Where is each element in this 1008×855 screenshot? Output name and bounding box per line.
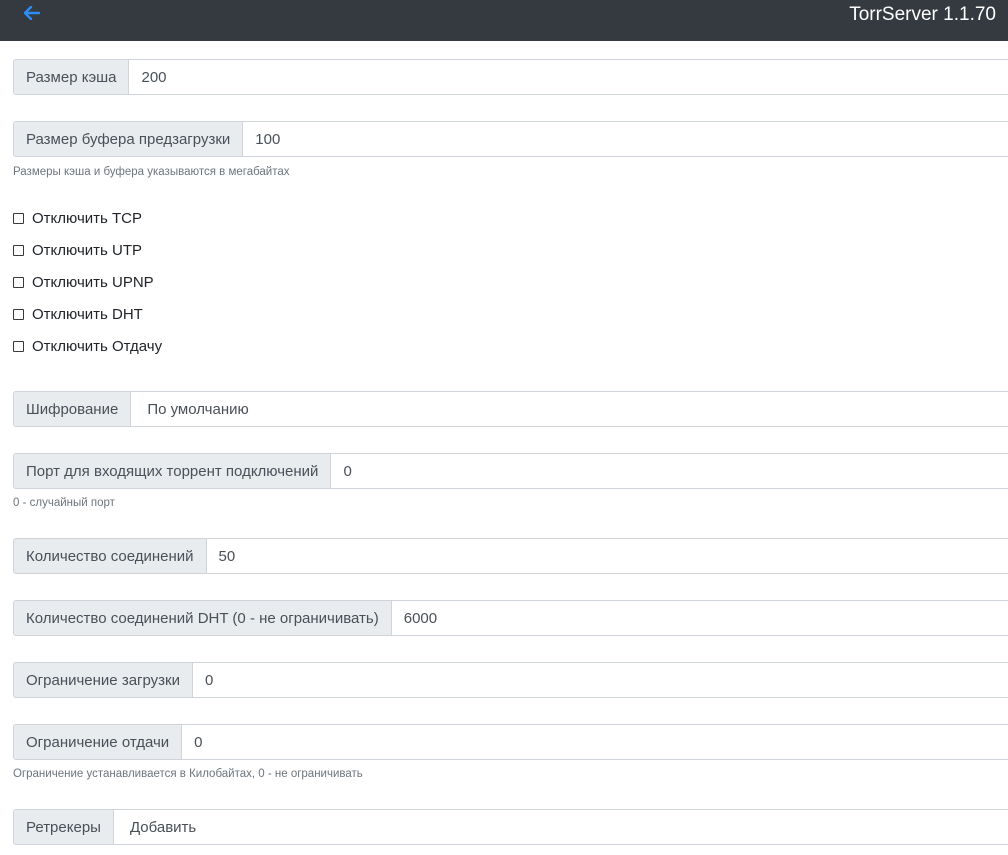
preload-buffer-input[interactable]: 100 [243, 121, 1008, 157]
encryption-label: Шифрование [13, 391, 132, 427]
size-hint: Размеры кэша и буфера указываются в мега… [13, 166, 290, 178]
back-button[interactable] [20, 3, 44, 23]
disable-utp-checkbox[interactable]: Отключить UTP [13, 240, 142, 260]
encryption-select[interactable]: По умолчанию [131, 391, 1008, 427]
connections-input[interactable]: 50 [206, 538, 1008, 574]
disable-tcp-checkbox[interactable]: Отключить TCP [13, 208, 142, 228]
limit-hint: Ограничение устанавливается в Килобайтах… [13, 768, 363, 780]
upload-limit-input[interactable]: 0 [182, 724, 1008, 760]
cache-size-label: Размер кэша [13, 59, 130, 95]
checkbox-box[interactable] [13, 212, 24, 224]
download-limit-label: Ограничение загрузки [13, 662, 193, 698]
arrow-left-icon [24, 6, 40, 20]
checkbox-box[interactable] [13, 244, 24, 256]
dht-connections-group: Количество соединений DHT (0 - не ограни… [13, 600, 1008, 636]
checkbox-label: Отключить Отдачу [32, 337, 163, 355]
disable-upnp-checkbox[interactable]: Отключить UPNP [13, 272, 154, 292]
download-limit-input[interactable]: 0 [193, 662, 1008, 698]
checkbox-box[interactable] [13, 276, 24, 288]
cache-size-input[interactable]: 200 [129, 59, 1008, 95]
incoming-port-group: Порт для входящих торрент подключений 0 [13, 453, 1008, 489]
disable-upload-checkbox[interactable]: Отключить Отдачу [13, 336, 162, 356]
checkbox-label: Отключить DHT [32, 305, 143, 323]
upload-limit-label: Ограничение отдачи [13, 724, 183, 760]
connections-label: Количество соединений [13, 538, 207, 574]
app-title: TorrServer 1.1.70 [849, 4, 996, 25]
retrackers-select[interactable]: Добавить [113, 809, 1008, 845]
checkbox-label: Отключить UPNP [32, 273, 154, 291]
upload-limit-group: Ограничение отдачи 0 [13, 724, 1008, 760]
checkbox-label: Отключить TCP [32, 209, 142, 227]
download-limit-group: Ограничение загрузки 0 [13, 662, 1008, 698]
dht-connections-input[interactable]: 6000 [391, 600, 1008, 636]
connections-group: Количество соединений 50 [13, 538, 1008, 574]
retrackers-group: Ретрекеры Добавить [13, 809, 1008, 845]
retrackers-label: Ретрекеры [13, 809, 114, 845]
checkbox-box[interactable] [13, 340, 24, 352]
checkbox-box[interactable] [13, 308, 24, 320]
checkbox-label: Отключить UTP [32, 241, 142, 259]
preload-buffer-group: Размер буфера предзагрузки 100 [13, 121, 1008, 157]
incoming-port-label: Порт для входящих торрент подключений [13, 453, 332, 489]
top-navbar: TorrServer 1.1.70 [0, 0, 1008, 41]
dht-connections-label: Количество соединений DHT (0 - не ограни… [13, 600, 392, 636]
encryption-group: Шифрование По умолчанию [13, 391, 1008, 427]
cache-size-group: Размер кэша 200 [13, 59, 1008, 95]
port-hint: 0 - случайный порт [13, 497, 115, 509]
preload-buffer-label: Размер буфера предзагрузки [13, 121, 244, 157]
disable-dht-checkbox[interactable]: Отключить DHT [13, 304, 143, 324]
incoming-port-input[interactable]: 0 [331, 453, 1008, 489]
